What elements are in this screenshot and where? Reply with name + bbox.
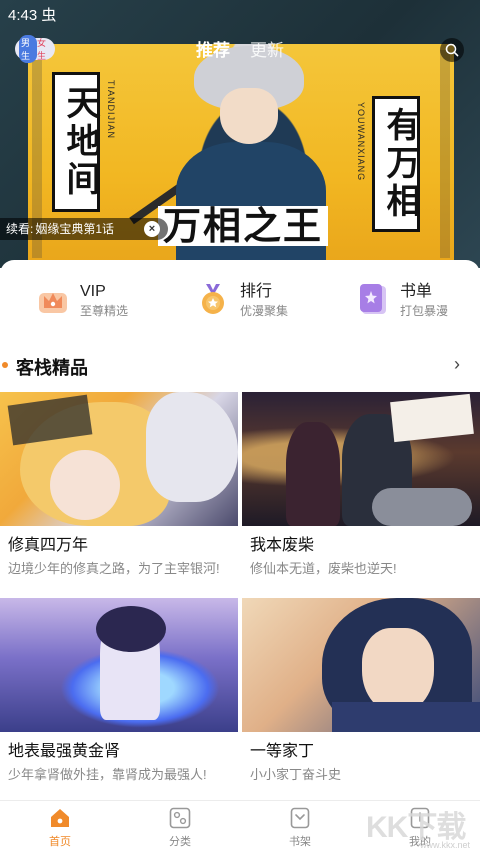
category-icon (169, 807, 191, 829)
quick-menu: VIP 至尊精选 排行 优漫聚集 书单 打包暴漫 (0, 276, 480, 336)
comic-description: 边境少年的修真之路，为了主宰银河! (8, 561, 220, 576)
booklist-icon (356, 282, 390, 316)
comic-title: 一等家丁 (250, 743, 315, 760)
quick-menu-booklist-title: 书单 (400, 283, 433, 300)
section-header: 客栈精品 › (0, 352, 480, 382)
banner-subtitle-right: YOUWANXIANG (356, 102, 366, 182)
quick-menu-vip-title: VIP (80, 283, 106, 300)
continue-label: 续看: (6, 222, 34, 236)
comic-card[interactable]: 一等家丁 小小家丁奋斗史 (242, 598, 480, 784)
quick-menu-ranking[interactable]: 排行 优漫聚集 (196, 282, 288, 334)
continue-reading-bar[interactable]: 续看: 姻缘宝典第1话 (0, 218, 168, 240)
continue-title: 姻缘宝典第1话 (35, 222, 115, 236)
nav-bookshelf-label: 书架 (289, 836, 311, 848)
quick-menu-vip[interactable]: VIP 至尊精选 (36, 282, 128, 334)
banner-logo: 万相之王 (158, 206, 328, 246)
banner-title-right: 有万相 (372, 96, 420, 232)
nav-home[interactable]: 首页 (0, 801, 120, 853)
tab-recommend[interactable]: 推荐 (196, 36, 230, 61)
quick-menu-booklist-subtitle: 打包暴漫 (400, 304, 449, 318)
status-time: 4:43 虫 (8, 7, 57, 24)
comic-description: 修仙本无道，废柴也逆天! (250, 561, 397, 576)
banner-subtitle-left: TIANDIJIAN (106, 80, 116, 140)
medal-icon (196, 282, 230, 316)
quick-menu-booklist[interactable]: 书单 打包暴漫 (356, 282, 448, 334)
banner-frame-right (440, 50, 450, 258)
home-icon (51, 809, 69, 827)
bookshelf-icon (290, 807, 310, 829)
banner-title-left: 天地间 (52, 72, 100, 212)
tab-update[interactable]: 更新 (250, 36, 284, 61)
character-face (220, 88, 278, 144)
top-tabs: 推荐 更新 (196, 36, 284, 61)
quick-menu-ranking-title: 排行 (240, 283, 273, 300)
watermark-url: www.kkx.net (420, 840, 471, 850)
comic-title: 我本废柴 (250, 537, 315, 554)
comic-cover (0, 598, 238, 732)
gender-toggle[interactable]: 男生 女生 (15, 35, 55, 63)
comic-card[interactable]: 修真四万年 边境少年的修真之路，为了主宰银河! (0, 392, 238, 578)
search-button[interactable] (440, 38, 464, 62)
comic-card[interactable]: 地表最强黄金肾 少年拿肾做外挂，靠肾成为最强人! (0, 598, 238, 784)
section-dot (2, 362, 8, 368)
quick-menu-ranking-subtitle: 优漫聚集 (240, 304, 289, 318)
comic-description: 少年拿肾做外挂，靠肾成为最强人! (8, 767, 207, 782)
section-more-arrow[interactable]: › (454, 354, 460, 375)
comic-title: 地表最强黄金肾 (8, 743, 121, 760)
gender-female[interactable]: 女生 (37, 36, 51, 62)
comic-description: 小小家丁奋斗史 (250, 767, 342, 782)
content-sheet: VIP 至尊精选 排行 优漫聚集 书单 打包暴漫 客栈精品 › 修真四万年 边境… (0, 260, 480, 800)
search-icon (445, 43, 459, 57)
comic-title: 修真四万年 (8, 537, 89, 554)
nav-category[interactable]: 分类 (120, 801, 240, 853)
quick-menu-vip-subtitle: 至尊精选 (80, 304, 129, 318)
close-icon[interactable]: × (144, 221, 160, 237)
nav-category-label: 分类 (169, 836, 191, 848)
hero-banner[interactable]: 天地间 TIANDIJIAN 有万相 YOUWANXIANG 万相之王 4:43… (0, 0, 480, 268)
section-title: 客栈精品 (16, 358, 88, 378)
comic-cover (242, 598, 480, 732)
comic-card[interactable]: 我本废柴 修仙本无道，废柴也逆天! (242, 392, 480, 578)
crown-icon (36, 282, 70, 316)
comic-cover (0, 392, 238, 526)
nav-bookshelf[interactable]: 书架 (240, 801, 360, 853)
gender-male[interactable]: 男生 (19, 35, 37, 63)
comic-cover (242, 392, 480, 526)
nav-home-label: 首页 (49, 836, 71, 848)
